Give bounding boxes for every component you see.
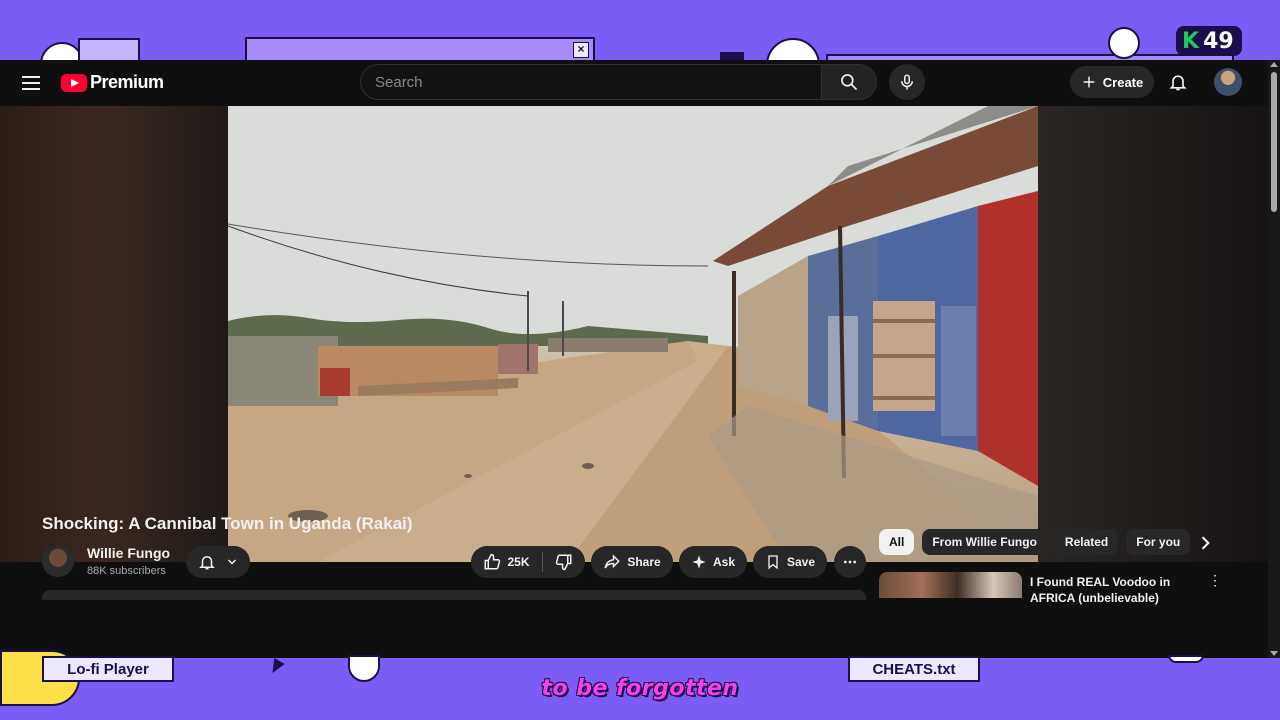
more-vertical-icon[interactable]: ⋮	[1208, 572, 1222, 589]
account-avatar[interactable]	[1214, 68, 1242, 96]
chevron-down-icon	[227, 559, 237, 565]
chip-from-channel[interactable]: From Willie Fungo	[922, 529, 1047, 555]
recommended-video-thumbnail[interactable]	[879, 572, 1022, 598]
channel-name[interactable]: Willie Fungo	[87, 545, 170, 561]
voice-search-button[interactable]	[889, 64, 925, 100]
share-label: Share	[627, 555, 661, 569]
scrollbar-thumb[interactable]	[1271, 72, 1277, 212]
chip-related[interactable]: Related	[1054, 529, 1119, 555]
ask-label: Ask	[712, 555, 735, 569]
recommendation-filter-chips: All From Willie Fungo Related For you	[879, 529, 1191, 555]
thumbs-down-icon[interactable]	[555, 553, 573, 571]
scroll-up-arrow-icon[interactable]	[1270, 62, 1278, 67]
youtube-play-icon	[61, 73, 87, 92]
recommended-video-title[interactable]: I Found REAL Voodoo in AFRICA (unbelieva…	[1030, 574, 1210, 606]
chip-all[interactable]: All	[879, 529, 915, 555]
like-count[interactable]: 25K	[507, 555, 529, 569]
street-scene-image	[228, 106, 1038, 562]
masthead: Premium Create	[0, 60, 1280, 106]
bookmark-icon	[768, 555, 778, 570]
notifications-button[interactable]	[1164, 68, 1192, 96]
search-input[interactable]	[361, 65, 821, 99]
save-label: Save	[786, 555, 816, 569]
sparkle-icon	[692, 555, 706, 569]
subtitle-caption: to be forgotten	[541, 676, 739, 701]
channel-avatar[interactable]	[42, 545, 74, 577]
create-button[interactable]: Create	[1070, 66, 1154, 98]
microphone-icon	[901, 74, 913, 90]
subscription-notifications-button[interactable]	[186, 546, 250, 578]
bell-icon	[199, 556, 215, 570]
plus-icon	[1083, 76, 1095, 88]
youtube-premium-logo[interactable]: Premium	[61, 72, 164, 93]
divider	[541, 552, 543, 572]
cursor-icon	[267, 657, 285, 677]
video-player[interactable]	[0, 106, 1268, 562]
ambient-glow	[1038, 106, 1268, 562]
search-button[interactable]	[821, 64, 877, 100]
k-logo-icon: K	[1182, 28, 1200, 54]
chevron-right-icon[interactable]	[1195, 533, 1215, 553]
thumbs-up-icon[interactable]	[483, 553, 501, 571]
create-label: Create	[1102, 74, 1144, 90]
share-arrow-icon	[604, 554, 621, 569]
ask-button[interactable]: Ask	[679, 546, 747, 578]
more-actions-button[interactable]	[834, 546, 866, 578]
score-counter-value: 49	[1203, 28, 1234, 54]
share-button[interactable]: Share	[591, 546, 673, 578]
menu-icon[interactable]	[20, 73, 42, 93]
page-scrollbar[interactable]	[1268, 60, 1280, 658]
more-horizontal-icon	[844, 560, 856, 564]
desktop-bubble-decoration	[1108, 27, 1140, 59]
like-dislike-group: 25K	[471, 546, 585, 578]
desktop-bubble-decoration	[1168, 655, 1204, 663]
save-button[interactable]: Save	[753, 546, 827, 578]
search-box	[360, 64, 822, 100]
logo-text: Premium	[90, 72, 164, 92]
chip-for-you[interactable]: For you	[1126, 529, 1191, 555]
description-panel[interactable]	[42, 590, 866, 600]
search-icon	[841, 74, 858, 91]
subscriber-count: 88K subscribers	[87, 565, 166, 577]
score-counter-badge: K 49	[1176, 26, 1242, 56]
bell-icon	[1169, 75, 1187, 91]
scroll-down-arrow-icon[interactable]	[1270, 651, 1278, 656]
video-title: Shocking: A Cannibal Town in Uganda (Rak…	[42, 514, 413, 533]
video-frame[interactable]	[228, 106, 1038, 562]
close-icon[interactable]: ×	[573, 42, 589, 58]
